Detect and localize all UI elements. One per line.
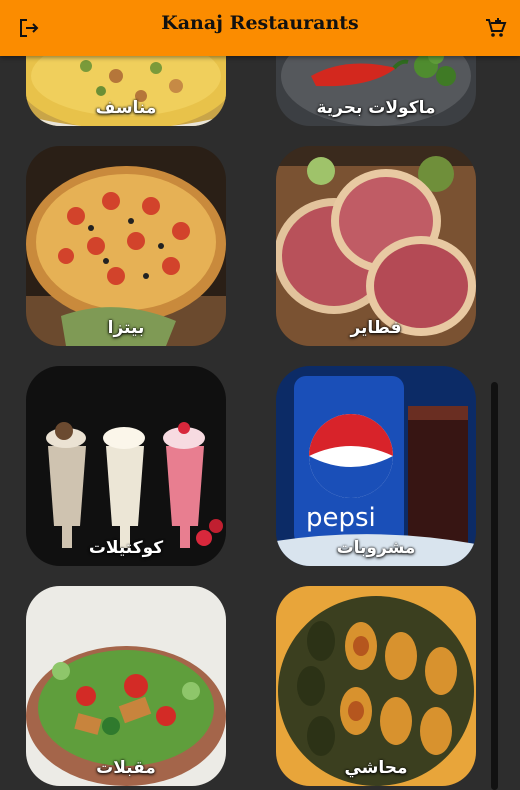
cart-button[interactable] bbox=[480, 12, 512, 44]
category-card-appetizers[interactable]: مقبلات bbox=[26, 586, 226, 786]
app-title: Kanaj Restaurants bbox=[161, 12, 359, 34]
appetizers-image bbox=[26, 586, 226, 786]
category-label: مشروبات bbox=[336, 538, 416, 558]
category-label: بيتزا bbox=[107, 318, 145, 338]
category-label: مناسف bbox=[95, 98, 157, 118]
scrollbar[interactable] bbox=[491, 382, 498, 790]
category-label: محاشي bbox=[344, 758, 408, 778]
cocktails-image bbox=[26, 366, 226, 566]
category-card-drinks[interactable]: pepsi مشروبات bbox=[276, 366, 476, 566]
app-bar: Kanaj Restaurants bbox=[0, 0, 520, 56]
category-label: فطاير bbox=[350, 318, 402, 338]
category-label: كوكتيلات bbox=[88, 538, 164, 558]
category-card-pizza[interactable]: بيتزا bbox=[26, 146, 226, 346]
category-card-cocktails[interactable]: كوكتيلات bbox=[26, 366, 226, 566]
drinks-image: pepsi bbox=[276, 366, 476, 566]
mahashi-image bbox=[276, 586, 476, 786]
pizza-image bbox=[26, 146, 226, 346]
category-grid: مناسف ماكولات بحرية بيتزا فطاير كوكتيلات… bbox=[0, 0, 520, 790]
category-label: ماكولات بحرية bbox=[316, 98, 436, 118]
category-card-pies[interactable]: فطاير bbox=[276, 146, 476, 346]
add-shopping-cart-icon bbox=[486, 18, 507, 37]
pies-image bbox=[276, 146, 476, 346]
category-card-mahashi[interactable]: محاشي bbox=[276, 586, 476, 786]
category-label: مقبلات bbox=[96, 758, 156, 778]
svg-text:pepsi: pepsi bbox=[306, 503, 376, 533]
